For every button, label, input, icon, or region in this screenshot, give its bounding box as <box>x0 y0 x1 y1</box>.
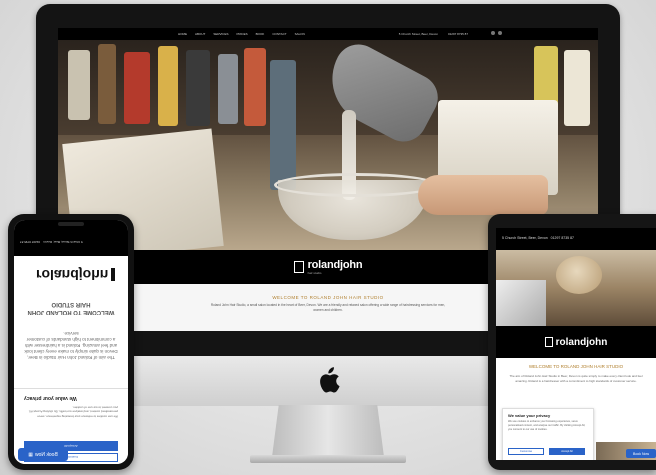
book-now-button[interactable]: Book Now <box>626 449 656 458</box>
site-logo-text[interactable]: rolandjohn <box>308 259 363 271</box>
nav-item-prices[interactable]: PRICES <box>236 32 247 36</box>
product-bottle <box>158 46 178 126</box>
tablet-cookie-banner: We value your privacy We use cookies to … <box>502 408 594 460</box>
nav-item-home[interactable]: HOME <box>178 32 187 36</box>
nav-address: 5 Church Street, Beer, Devon <box>398 32 438 36</box>
phone-topbar: 5 Church Street, Beer, Devon 01297 8735 … <box>20 240 83 244</box>
product-bottle <box>68 50 90 120</box>
calendar-icon: ▦ <box>28 451 33 458</box>
logo-mark-icon <box>544 337 553 347</box>
tablet-hero-image <box>496 250 656 326</box>
nav-item-contact[interactable]: CONTACT <box>272 32 286 36</box>
cookie-title: We value your privacy <box>508 413 551 418</box>
tablet-topbar-address: 5 Church Street, Beer, Devon <box>502 236 548 240</box>
phone-logo-text: rolandjohn <box>36 267 109 283</box>
nav-item-salon[interactable]: SALON <box>295 32 305 36</box>
phone-welcome-text: The aim of Roland John Hair Studio in Be… <box>24 331 118 360</box>
nav-phone[interactable]: 01297 8735 87 <box>448 32 468 36</box>
phone-topbar-phone[interactable]: 01297 8735 87 <box>20 240 40 244</box>
product-bottle <box>218 54 238 124</box>
phone-topbar-address: 5 Church Street, Beer, Devon <box>43 240 83 244</box>
mixing-bowl-rim <box>274 173 438 197</box>
cookie-title: We value your privacy <box>24 395 77 401</box>
logo-mark-icon <box>111 268 116 282</box>
imac-stand <box>272 405 384 457</box>
cookie-customise-button[interactable]: Customise <box>508 448 544 455</box>
instagram-icon[interactable] <box>498 31 502 35</box>
product-bottle <box>244 48 266 126</box>
phone-notch <box>58 222 84 226</box>
client-head <box>556 256 602 294</box>
social-icons <box>491 31 502 35</box>
nav-item-about[interactable]: ABOUT <box>195 32 205 36</box>
phone-header: 5 Church Street, Beer, Devon 01297 8735 … <box>14 220 128 256</box>
apple-logo-icon <box>320 367 340 393</box>
product-bottle <box>98 44 116 124</box>
phone-screen: 5 Church Street, Beer, Devon 01297 8735 … <box>14 220 128 464</box>
product-bottle <box>186 50 210 126</box>
nav-item-book[interactable]: BOOK <box>256 32 265 36</box>
product-bottle <box>270 60 296 190</box>
book-now-button[interactable]: Book Now ▦ <box>18 448 68 461</box>
product-bottle <box>564 50 590 126</box>
tablet-topbar: 5 Church Street, Beer, Devon 01297 8735 … <box>502 236 574 240</box>
cookie-body: We use cookies to enhance your browsing … <box>508 420 586 431</box>
site-navbar: HOME ABOUT SERVICES PRICES BOOK CONTACT … <box>58 28 598 40</box>
tablet-header: 5 Church Street, Beer, Devon 01297 8735 … <box>496 228 656 250</box>
nav-item-services[interactable]: SERVICES <box>213 32 228 36</box>
phone-welcome-title: WELCOME TO ROLAND JOHN HAIR STUDIO <box>27 301 115 315</box>
tablet-welcome-title: WELCOME TO ROLAND JOHN HAIR STUDIO <box>528 364 624 369</box>
product-bottle <box>124 52 150 124</box>
phone-logo[interactable]: rolandjohn <box>36 260 116 290</box>
tablet-screen: 5 Church Street, Beer, Devon 01297 8735 … <box>496 228 656 460</box>
tablet-logo-band: rolandjohn <box>496 326 656 358</box>
site-logo-tagline: hair studio <box>307 271 322 275</box>
imac-stand-foot <box>250 455 406 463</box>
tablet-welcome-text: The aim of Roland John Hair Studio in Be… <box>509 374 643 383</box>
nav-contact: 5 Church Street, Beer, Devon 01297 8735 … <box>399 32 468 36</box>
book-now-label: Book Now <box>34 451 58 458</box>
tablet-logo-text[interactable]: rolandjohn <box>556 337 608 348</box>
phone-frame: 5 Church Street, Beer, Devon 01297 8735 … <box>8 214 134 470</box>
cookie-accept-button[interactable]: Accept All <box>549 448 585 455</box>
hand <box>418 175 548 215</box>
facebook-icon[interactable] <box>491 31 495 35</box>
welcome-text: Roland John Hair Studio, a small salon l… <box>210 303 446 312</box>
tablet-frame: 5 Church Street, Beer, Devon 01297 8735 … <box>488 214 656 470</box>
site-menu: HOME ABOUT SERVICES PRICES BOOK CONTACT … <box>178 32 305 36</box>
logo-mark-icon <box>293 261 304 273</box>
cookie-body: We use cookies to enhance your browsing … <box>28 405 118 419</box>
tablet-topbar-phone[interactable]: 01297 8735 87 <box>551 236 574 240</box>
foil-wrap <box>496 280 546 326</box>
